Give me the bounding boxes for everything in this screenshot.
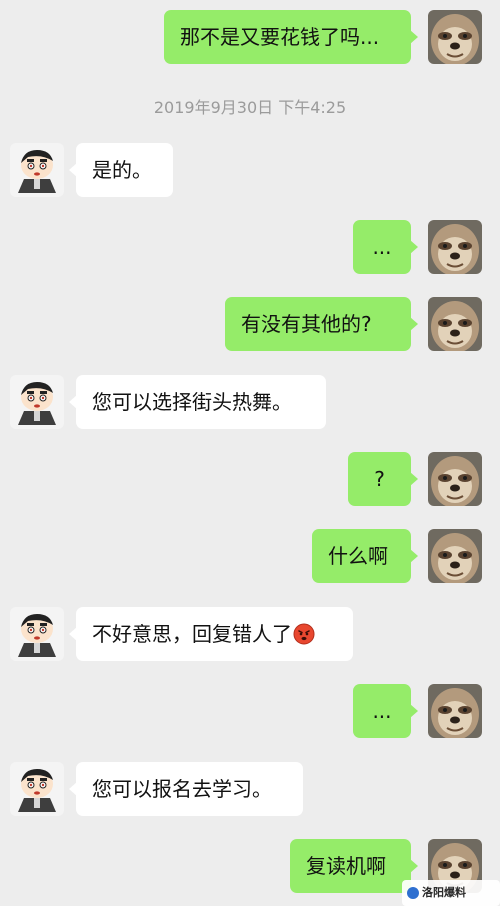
crayon-shin-chan-avatar-icon[interactable]: [10, 762, 64, 816]
incoming-message-bubble[interactable]: 您可以选择街头热舞。: [69, 375, 326, 429]
outgoing-message-bubble[interactable]: 那不是又要花钱了吗...: [164, 10, 418, 64]
chat-timestamp: 2019年9月30日 下午4:25: [153, 98, 347, 117]
message-text: 不好意思，回复错人了: [92, 622, 292, 646]
sloth-avatar-icon[interactable]: [428, 684, 482, 738]
sloth-avatar-icon[interactable]: [428, 452, 482, 506]
blushing-face-emoji-icon: [293, 611, 315, 645]
outgoing-message-bubble[interactable]: ...: [353, 220, 418, 274]
crayon-shin-chan-avatar-icon[interactable]: [10, 143, 64, 197]
sloth-avatar-icon[interactable]: [428, 529, 482, 583]
outgoing-message-bubble[interactable]: 有没有其他的?: [225, 297, 418, 351]
incoming-message-bubble[interactable]: 是的。: [69, 143, 173, 197]
outgoing-message-bubble[interactable]: 复读机啊: [290, 839, 418, 893]
outgoing-message-bubble[interactable]: ...: [353, 684, 418, 738]
outgoing-message-bubble[interactable]: 什么啊: [312, 529, 418, 583]
sloth-avatar-icon[interactable]: [428, 297, 482, 351]
incoming-message-bubble[interactable]: 不好意思，回复错人了: [69, 607, 353, 661]
watermark-logo: 洛阳爆料: [402, 880, 500, 906]
sloth-avatar-icon[interactable]: [428, 10, 482, 64]
crayon-shin-chan-avatar-icon[interactable]: [10, 607, 64, 661]
outgoing-message-bubble[interactable]: ?: [348, 452, 418, 506]
sloth-avatar-icon[interactable]: [428, 220, 482, 274]
incoming-message-bubble[interactable]: 您可以报名去学习。: [69, 762, 303, 816]
crayon-shin-chan-avatar-icon[interactable]: [10, 375, 64, 429]
